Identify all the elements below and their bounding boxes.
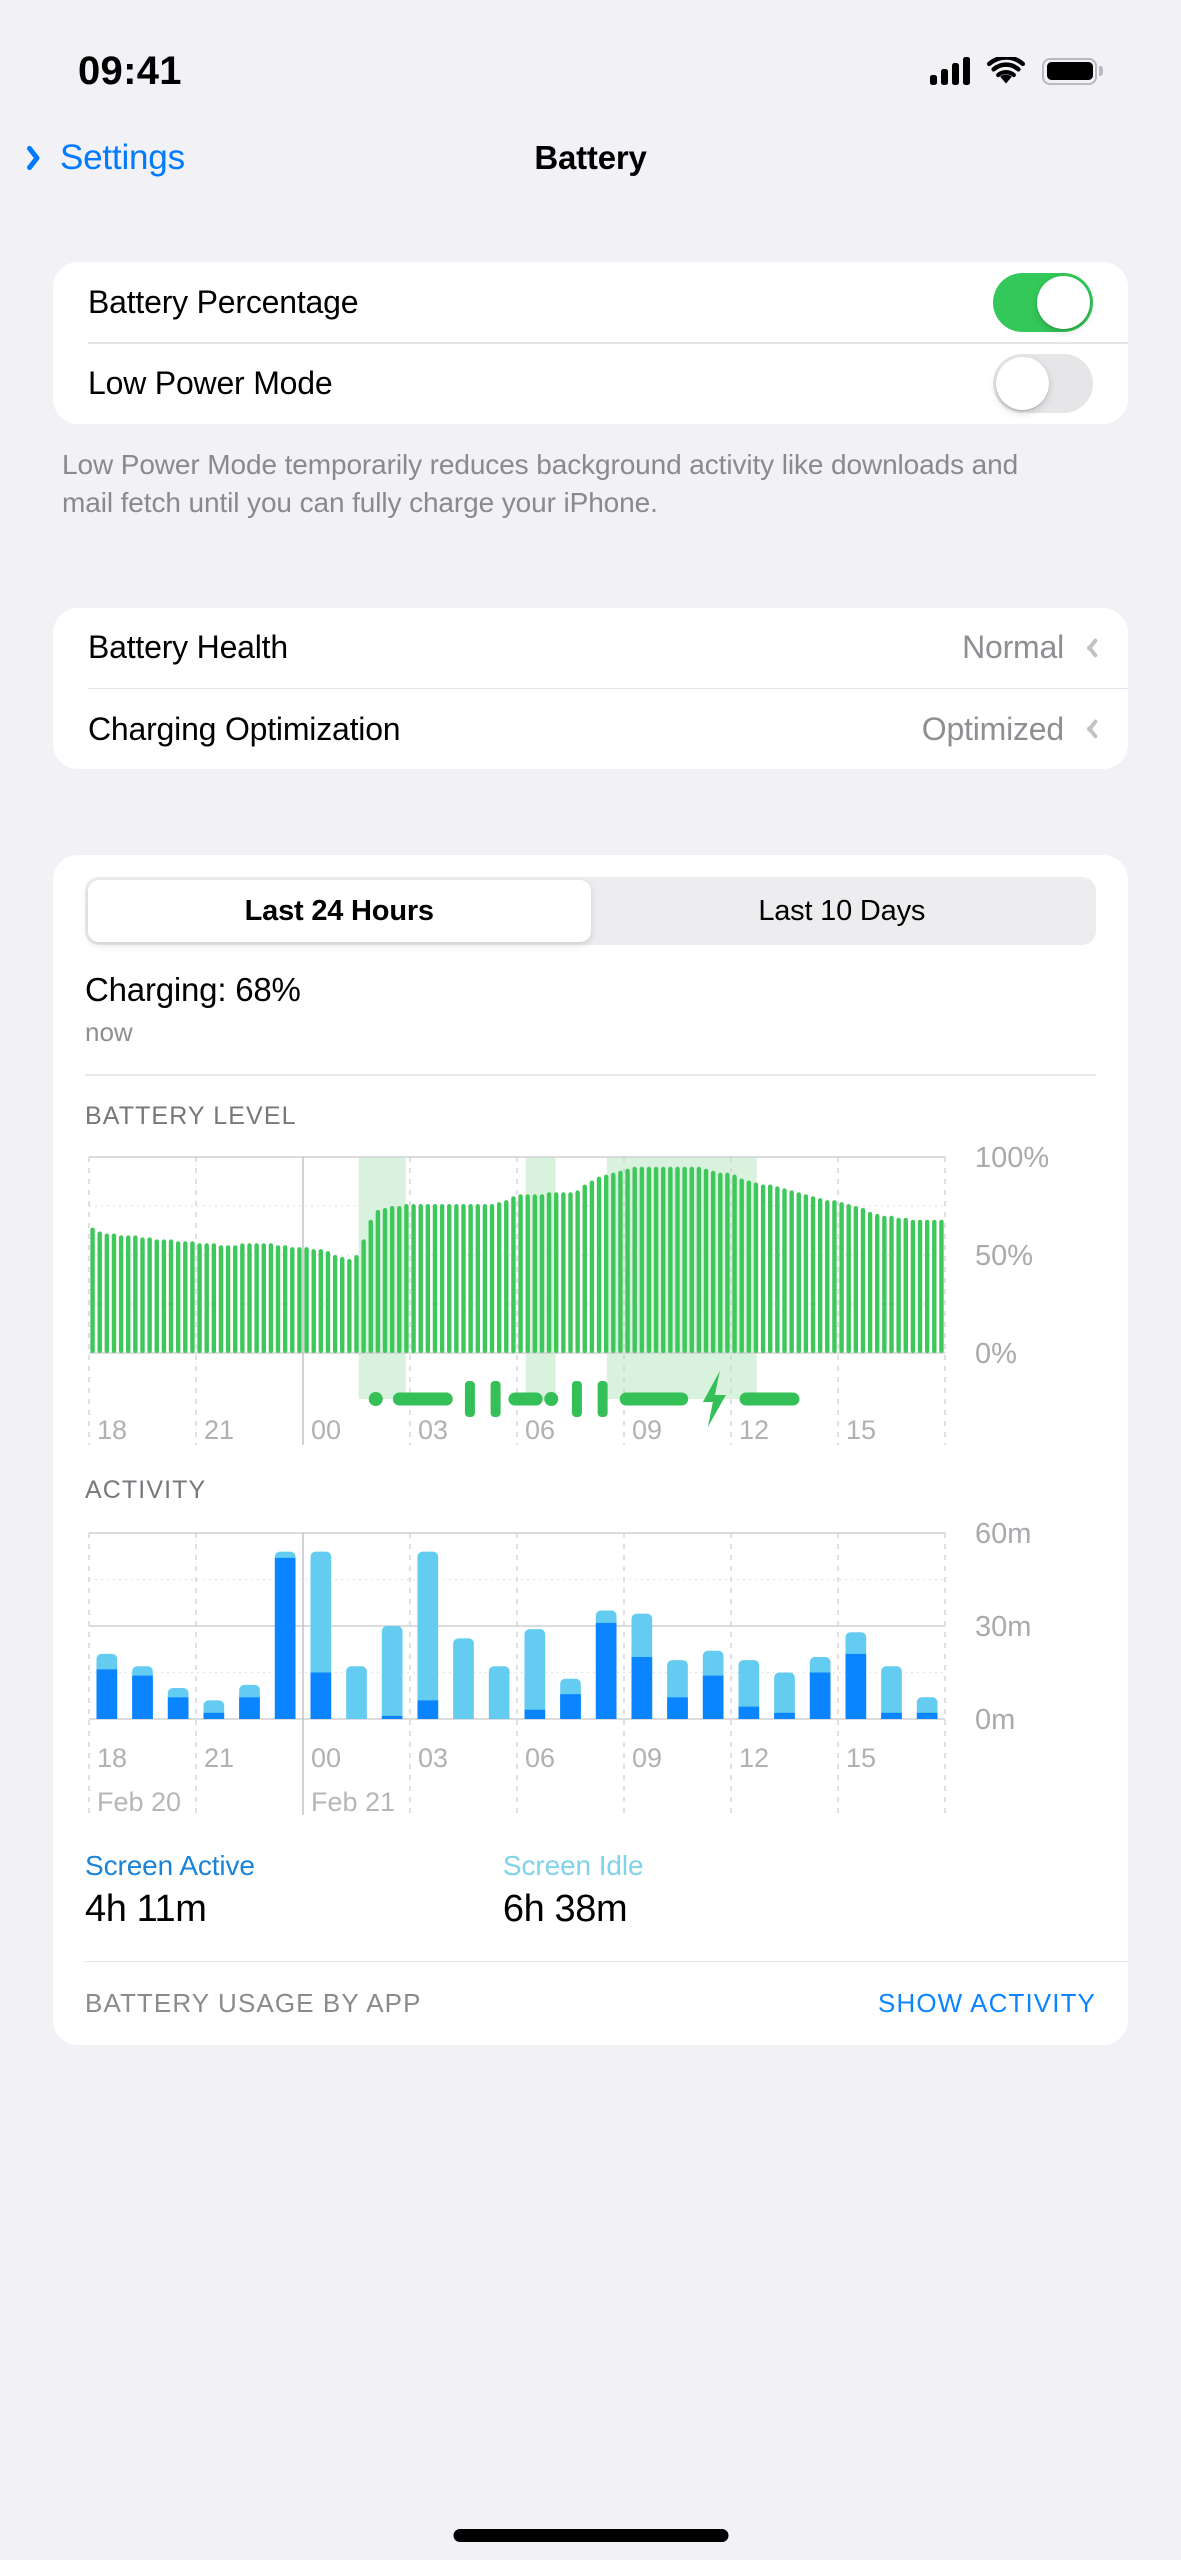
time-range-segmented-control[interactable]: Last 24 Hours Last 10 Days bbox=[85, 877, 1096, 946]
svg-text:Feb 21: Feb 21 bbox=[311, 1787, 395, 1817]
chevron-right-icon bbox=[1080, 636, 1093, 660]
svg-text:30m: 30m bbox=[975, 1611, 1031, 1643]
back-button-label: Settings bbox=[60, 138, 185, 177]
svg-text:06: 06 bbox=[525, 1743, 555, 1773]
legend-screen-idle-value: 6h 38m bbox=[502, 1887, 628, 1930]
low-power-mode-toggle[interactable] bbox=[993, 354, 1093, 413]
low-power-mode-footnote: Low Power Mode temporarily reduces backg… bbox=[62, 448, 1019, 518]
charging-optimization-value: Optimized bbox=[921, 710, 1064, 747]
svg-text:00: 00 bbox=[311, 1415, 341, 1445]
svg-text:0%: 0% bbox=[975, 1338, 1017, 1370]
svg-text:12: 12 bbox=[739, 1743, 769, 1773]
svg-text:60m: 60m bbox=[975, 1519, 1031, 1550]
section-divider bbox=[85, 1074, 1096, 1076]
cellular-bars-icon bbox=[930, 57, 970, 85]
battery-level-plot: 18 21 00 03 06 09 12 15 100% 50% 0% bbox=[88, 1142, 1049, 1445]
battery-level-chart: 18 21 00 03 06 09 12 15 100% 50% 0% bbox=[85, 1142, 1096, 1450]
battery-health-value: Normal bbox=[962, 629, 1064, 666]
svg-text:21: 21 bbox=[204, 1415, 234, 1445]
home-indicator bbox=[453, 2529, 728, 2542]
svg-text:00: 00 bbox=[311, 1743, 341, 1773]
status-bar-icons bbox=[930, 57, 1103, 85]
battery-full-icon bbox=[1042, 57, 1103, 85]
row-battery-percentage[interactable]: Battery Percentage bbox=[53, 262, 1128, 342]
svg-text:0m: 0m bbox=[975, 1704, 1015, 1736]
back-button[interactable]: Settings bbox=[34, 138, 185, 178]
svg-text:09: 09 bbox=[632, 1743, 662, 1773]
battery-percentage-label: Battery Percentage bbox=[88, 283, 359, 320]
row-battery-health[interactable]: Battery Health Normal bbox=[53, 608, 1128, 688]
battery-usage-by-app-title: BATTERY USAGE BY APP bbox=[85, 1988, 422, 2019]
svg-text:Feb 20: Feb 20 bbox=[97, 1787, 181, 1817]
activity-chart-title: ACTIVITY bbox=[85, 1475, 207, 1504]
battery-percentage-toggle[interactable] bbox=[993, 272, 1093, 332]
status-bar: 09:41 bbox=[0, 0, 1181, 112]
svg-text:50%: 50% bbox=[975, 1240, 1033, 1272]
navigation-bar: Settings Battery bbox=[0, 112, 1181, 204]
activity-chart: 18 21 00 03 06 09 12 15 Feb 20 Feb 21 60m 30m 0m bbox=[85, 1518, 1096, 1824]
svg-text:03: 03 bbox=[418, 1415, 448, 1445]
tab-last-10-days[interactable]: Last 10 Days bbox=[591, 880, 1094, 942]
svg-text:03: 03 bbox=[418, 1743, 448, 1773]
battery-toggles-card: Battery Percentage Low Power Mode bbox=[53, 262, 1128, 424]
tab-last-24-hours[interactable]: Last 24 Hours bbox=[88, 880, 591, 943]
row-charging-optimization[interactable]: Charging Optimization Optimized bbox=[53, 689, 1128, 769]
battery-health-card: Battery Health Normal Charging Optimizat… bbox=[53, 607, 1128, 770]
svg-text:18: 18 bbox=[97, 1415, 127, 1445]
svg-text:21: 21 bbox=[204, 1743, 234, 1773]
low-power-mode-label: Low Power Mode bbox=[88, 365, 333, 401]
svg-text:15: 15 bbox=[846, 1743, 876, 1773]
charging-status-text: Charging: 68% bbox=[85, 971, 301, 1009]
battery-usage-by-app-header: BATTERY USAGE BY APP SHOW ACTIVITY bbox=[53, 1962, 1128, 2045]
legend-screen-active: Screen Active 4h 11m bbox=[85, 1850, 255, 1931]
svg-text:06: 06 bbox=[525, 1415, 555, 1445]
svg-text:15: 15 bbox=[846, 1415, 876, 1445]
legend-screen-idle: Screen Idle 6h 38m bbox=[503, 1850, 644, 1931]
battery-level-chart-title: BATTERY LEVEL bbox=[85, 1101, 297, 1130]
chart-legend: Screen Active 4h 11m Screen Idle 6h 38m bbox=[85, 1850, 1096, 1931]
svg-text:100%: 100% bbox=[975, 1145, 1049, 1174]
show-activity-button[interactable]: SHOW ACTIVITY bbox=[878, 1988, 1096, 2019]
legend-screen-active-value: 4h 11m bbox=[85, 1887, 207, 1930]
charging-status-block: Charging: 68% now bbox=[53, 945, 1128, 1064]
battery-usage-card: Last 24 Hours Last 10 Days Charging: 68%… bbox=[53, 855, 1128, 2046]
row-low-power-mode[interactable]: Low Power Mode bbox=[53, 344, 1128, 424]
activity-plot: 18 21 00 03 06 09 12 15 Feb 20 Feb 21 60m 30m 0m bbox=[88, 1518, 1031, 1817]
legend-screen-active-label: Screen Active bbox=[85, 1849, 255, 1881]
legend-screen-idle-label: Screen Idle bbox=[502, 1849, 644, 1881]
battery-settings-screen: 09:41 Settings Battery Battery Percentag… bbox=[0, 0, 1181, 2560]
chevron-left-icon bbox=[34, 143, 51, 173]
svg-text:18: 18 bbox=[97, 1743, 127, 1773]
charging-time-text: now bbox=[85, 1017, 133, 1048]
svg-text:12: 12 bbox=[739, 1415, 769, 1445]
svg-text:09: 09 bbox=[632, 1415, 662, 1445]
status-bar-clock: 09:41 bbox=[78, 48, 182, 93]
wifi-icon bbox=[987, 57, 1025, 85]
chevron-right-icon bbox=[1080, 717, 1093, 741]
charging-optimization-label: Charging Optimization bbox=[88, 710, 401, 747]
battery-health-label: Battery Health bbox=[88, 629, 288, 666]
